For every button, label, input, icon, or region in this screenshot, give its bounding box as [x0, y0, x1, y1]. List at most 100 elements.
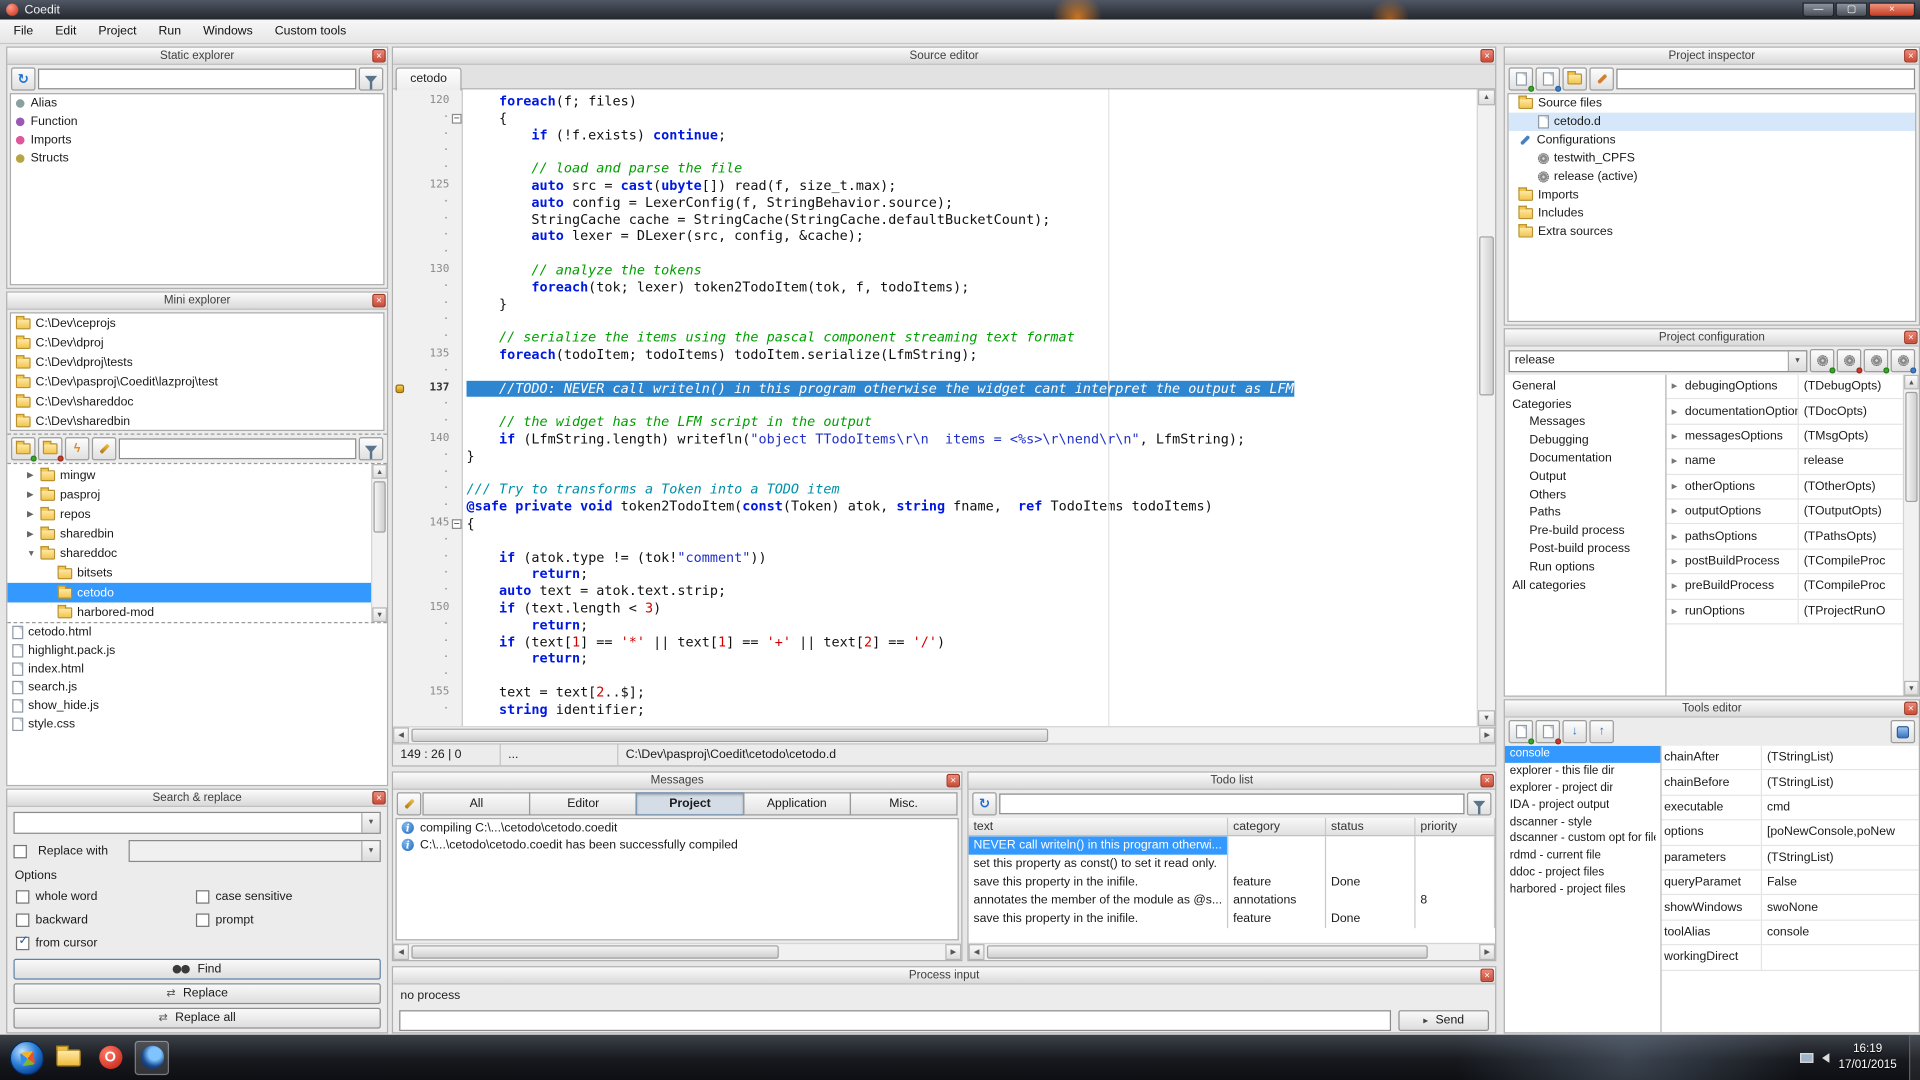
gutter-line[interactable]: · — [393, 465, 462, 482]
code-line[interactable]: if (text.length < 3) — [467, 600, 1477, 617]
code-line[interactable]: { — [467, 515, 1477, 532]
taskbar-opera-button[interactable]: O — [93, 1040, 127, 1074]
maximize-button[interactable]: ▢ — [1836, 2, 1868, 17]
fold-icon[interactable]: − — [452, 114, 462, 124]
code-line[interactable] — [467, 397, 1477, 414]
todo-column-status[interactable]: status — [1326, 818, 1415, 835]
code-line[interactable]: auto lexer = DLexer(src, config, &cache)… — [467, 228, 1477, 245]
gutter-line[interactable]: · — [393, 617, 462, 634]
config-prop-name[interactable]: ▶namerelease — [1667, 450, 1903, 475]
close-button[interactable]: × — [1869, 2, 1916, 17]
code-line[interactable] — [467, 313, 1477, 330]
tool-item-explorer-this-file-dir[interactable]: explorer - this file dir — [1505, 763, 1661, 780]
code-line[interactable]: return; — [467, 651, 1477, 668]
config-vscrollbar[interactable]: ▲ ▼ — [1903, 375, 1919, 696]
config-tool-button[interactable] — [1589, 67, 1613, 90]
static-symbol-structs[interactable]: Structs — [11, 149, 383, 167]
tool-prop-showwindows[interactable]: showWindowsswoNone — [1662, 896, 1919, 921]
refresh-button[interactable]: ↻ — [11, 67, 35, 90]
message-options-button[interactable] — [397, 792, 421, 815]
menu-item-custom-tools[interactable]: Custom tools — [264, 20, 358, 42]
scroll-down-icon[interactable]: ▼ — [1904, 681, 1919, 696]
tool-item-harbored-project-files[interactable]: harbored - project files — [1505, 881, 1661, 898]
remove-configuration-button[interactable] — [1837, 349, 1861, 372]
todo-row[interactable]: annotates the member of the module as @s… — [969, 891, 1496, 909]
find-button[interactable]: Find — [13, 959, 380, 980]
gutter-line[interactable]: · — [393, 211, 462, 228]
send-button[interactable]: ▸Send — [1398, 1010, 1489, 1031]
config-category-pre-build-process[interactable]: Pre-build process — [1505, 522, 1665, 540]
file-item-show-hide-js[interactable]: show_hide.js — [7, 697, 387, 715]
scroll-up-icon[interactable]: ▲ — [1904, 375, 1919, 390]
editor-vscrollbar[interactable]: ▲ ▼ — [1477, 89, 1495, 726]
scroll-left-icon[interactable]: ◀ — [393, 944, 409, 960]
menu-item-project[interactable]: Project — [87, 20, 147, 42]
tool-item-ddoc-project-files[interactable]: ddoc - project files — [1505, 864, 1661, 881]
config-prop-prebuildprocess[interactable]: ▶preBuildProcess(TCompileProc — [1667, 574, 1903, 599]
close-icon[interactable]: × — [1904, 331, 1917, 344]
gutter-line[interactable]: · — [393, 313, 462, 330]
todo-row[interactable]: save this property in the inifile.featur… — [969, 873, 1496, 891]
process-input-field[interactable] — [399, 1010, 1391, 1031]
messages-tab-application[interactable]: Application — [743, 792, 851, 815]
config-category-run-options[interactable]: Run options — [1505, 558, 1665, 576]
minimize-button[interactable]: — — [1802, 2, 1834, 17]
remove-source-button[interactable] — [1536, 67, 1560, 90]
todo-row[interactable]: set this property as const() to set it r… — [969, 855, 1496, 873]
inspector-node-cetodo-d[interactable]: cetodo.d — [1509, 113, 1916, 131]
code-line[interactable]: // load and parse the file — [467, 161, 1477, 178]
add-folder-button[interactable] — [1562, 67, 1586, 90]
close-icon[interactable]: × — [1904, 49, 1917, 62]
config-prop-otheroptions[interactable]: ▶otherOptions(TOtherOpts) — [1667, 475, 1903, 500]
config-category-post-build-process[interactable]: Post-build process — [1505, 540, 1665, 558]
code-line[interactable]: if (LfmString.length) writefln("object T… — [467, 431, 1477, 448]
code-line[interactable] — [467, 532, 1477, 549]
scroll-thumb[interactable] — [411, 945, 778, 958]
add-source-button[interactable] — [1509, 67, 1533, 90]
todo-row[interactable]: NEVER call writeln() in this program oth… — [969, 836, 1496, 854]
scroll-right-icon[interactable]: ▶ — [945, 944, 961, 960]
scroll-thumb[interactable] — [373, 481, 385, 532]
code-line[interactable] — [467, 363, 1477, 380]
code-line[interactable]: // analyze the tokens — [467, 262, 1477, 279]
tool-item-dscanner-custom-opt-for-file[interactable]: dscanner - custom opt for file — [1505, 830, 1661, 847]
code-line[interactable]: // the widget has the LFM script in the … — [467, 414, 1477, 431]
filter-button[interactable] — [359, 67, 383, 90]
gutter-line[interactable]: · — [393, 144, 462, 161]
gutter-line[interactable]: · — [393, 363, 462, 380]
code-line[interactable]: // serialize the items using the pascal … — [467, 330, 1477, 347]
gutter-line[interactable]: · — [393, 583, 462, 600]
inspector-node-configurations[interactable]: Configurations — [1509, 131, 1916, 149]
tool-item-ida-project-output[interactable]: IDA - project output — [1505, 796, 1661, 813]
menu-item-run[interactable]: Run — [148, 20, 193, 42]
code-line[interactable]: auto src = cast(ubyte[]) read(f, size_t.… — [467, 178, 1477, 195]
tool-prop-executable[interactable]: executablecmd — [1662, 796, 1919, 821]
symbol-filter-input[interactable] — [38, 69, 356, 90]
tool-item-explorer-project-dir[interactable]: explorer - project dir — [1505, 780, 1661, 797]
menu-item-file[interactable]: File — [2, 20, 44, 42]
inspector-node-imports[interactable]: Imports — [1509, 186, 1916, 204]
close-icon[interactable]: × — [1480, 969, 1493, 982]
refresh-button[interactable]: ↻ — [972, 792, 996, 815]
tree-node-shareddoc[interactable]: ▼shareddoc — [7, 544, 371, 564]
scroll-thumb[interactable] — [1479, 236, 1494, 395]
network-icon[interactable] — [1801, 1052, 1814, 1062]
close-icon[interactable]: × — [372, 294, 385, 307]
gutter-line[interactable]: 125 — [393, 178, 462, 195]
gutter-line[interactable]: 130 — [393, 262, 462, 279]
gutter-line[interactable]: 145− — [393, 515, 462, 532]
code-line[interactable]: //TODO: NEVER call writeln() in this pro… — [467, 380, 1477, 397]
tree-node-pasproj[interactable]: ▶pasproj — [7, 485, 371, 505]
code-line[interactable]: @safe private void token2TodoItem(const(… — [467, 499, 1477, 516]
code-line[interactable]: /// Try to transforms a Token into a TOD… — [467, 482, 1477, 499]
gutter-line[interactable]: · — [393, 194, 462, 211]
gutter-line[interactable]: 137 — [393, 380, 462, 397]
gutter-line[interactable]: 140 — [393, 431, 462, 448]
config-category-all-categories[interactable]: All categories — [1505, 576, 1665, 594]
tree-node-repos[interactable]: ▶repos — [7, 504, 371, 524]
code-line[interactable]: if (!f.exists) continue; — [467, 127, 1477, 144]
code-line[interactable]: text = text[2..$]; — [467, 684, 1477, 701]
add-configuration-button[interactable] — [1810, 349, 1834, 372]
file-item-highlight-pack-js[interactable]: highlight.pack.js — [7, 642, 387, 660]
config-category-documentation[interactable]: Documentation — [1505, 450, 1665, 468]
